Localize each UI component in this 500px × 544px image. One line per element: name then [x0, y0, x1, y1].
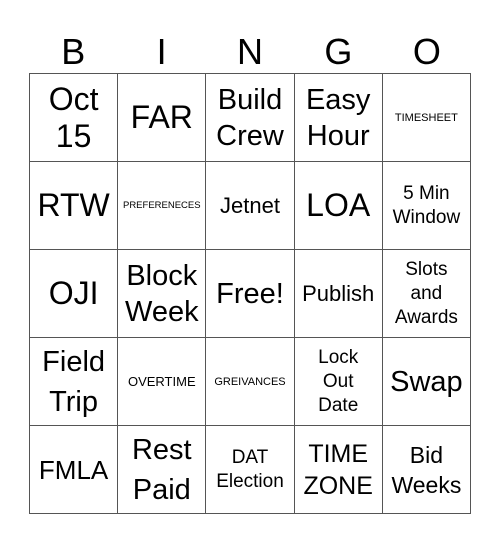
cell-text: Publish: [302, 280, 375, 306]
bingo-cell[interactable]: Jetnet: [206, 162, 295, 250]
bingo-cell[interactable]: TIMESHEET: [382, 74, 471, 162]
bingo-cell[interactable]: Bid Weeks: [382, 426, 471, 514]
bingo-cell[interactable]: Rest Paid: [118, 426, 207, 514]
bingo-cell[interactable]: Easy Hour: [294, 74, 383, 162]
bingo-cell[interactable]: OVERTIME: [118, 338, 207, 426]
cell-text: Block Week: [124, 259, 199, 328]
cell-text: Field Trip: [42, 345, 106, 418]
bingo-header: B I N G O: [29, 30, 471, 73]
cell-text: GREIVANCES: [214, 375, 286, 388]
cell-text: DAT Election: [216, 446, 284, 492]
cell-text: RTW: [37, 187, 110, 223]
cell-text: TIME ZONE: [303, 439, 373, 500]
cell-text: Jetnet: [220, 192, 280, 218]
cell-text: Slots and Awards: [394, 258, 458, 328]
bingo-cell[interactable]: Block Week: [118, 250, 207, 338]
bingo-cell[interactable]: DAT Election: [206, 426, 295, 514]
header-letter-b: B: [61, 31, 86, 72]
bingo-cell[interactable]: FAR: [118, 74, 207, 162]
cell-text: Rest Paid: [131, 433, 192, 506]
cell-text: OVERTIME: [127, 374, 196, 389]
cell-text: TIMESHEET: [394, 111, 458, 124]
bingo-cell[interactable]: Slots and Awards: [382, 250, 471, 338]
cell-text: OJI: [48, 275, 99, 311]
bingo-cell[interactable]: Lock Out Date: [294, 338, 383, 426]
bingo-cell[interactable]: FMLA: [30, 426, 119, 514]
header-letter-g: G: [324, 31, 353, 72]
cell-text: Easy Hour: [305, 83, 371, 152]
bingo-cell[interactable]: Field Trip: [30, 338, 119, 426]
cell-text: Free!: [216, 277, 284, 310]
bingo-cell[interactable]: OJI: [30, 250, 119, 338]
bingo-cell[interactable]: 5 Min Window: [382, 162, 471, 250]
bingo-cell[interactable]: Swap: [382, 338, 471, 426]
bingo-cell[interactable]: Build Crew: [206, 74, 295, 162]
header-letter-i: I: [156, 31, 167, 72]
bingo-cell[interactable]: RTW: [30, 162, 119, 250]
bingo-cell[interactable]: PREFERENECES: [118, 162, 207, 250]
cell-text: FMLA: [38, 454, 109, 485]
cell-text: Build Crew: [216, 83, 284, 152]
cell-text: PREFERENECES: [122, 200, 201, 211]
bingo-cell[interactable]: TIME ZONE: [294, 426, 383, 514]
header-letter-o: O: [412, 31, 441, 72]
cell-text: Swap: [390, 365, 463, 398]
bingo-card-grid: Oct 15 FAR Build Crew Easy Hour TIMESHEET R…: [29, 73, 471, 514]
cell-text: Oct 15: [48, 80, 99, 154]
cell-text: FAR: [130, 99, 193, 135]
bingo-cell[interactable]: Publish: [294, 250, 383, 338]
cell-text: Bid Weeks: [391, 441, 462, 498]
cell-text: 5 Min Window: [392, 182, 461, 228]
header-letter-n: N: [237, 31, 264, 72]
bingo-cell[interactable]: Oct 15: [30, 74, 119, 162]
cell-text: Lock Out Date: [318, 346, 359, 416]
free-space-cell[interactable]: Free!: [206, 250, 295, 338]
bingo-cell[interactable]: LOA: [294, 162, 383, 250]
cell-text: LOA: [306, 187, 371, 223]
bingo-cell[interactable]: GREIVANCES: [206, 338, 295, 426]
